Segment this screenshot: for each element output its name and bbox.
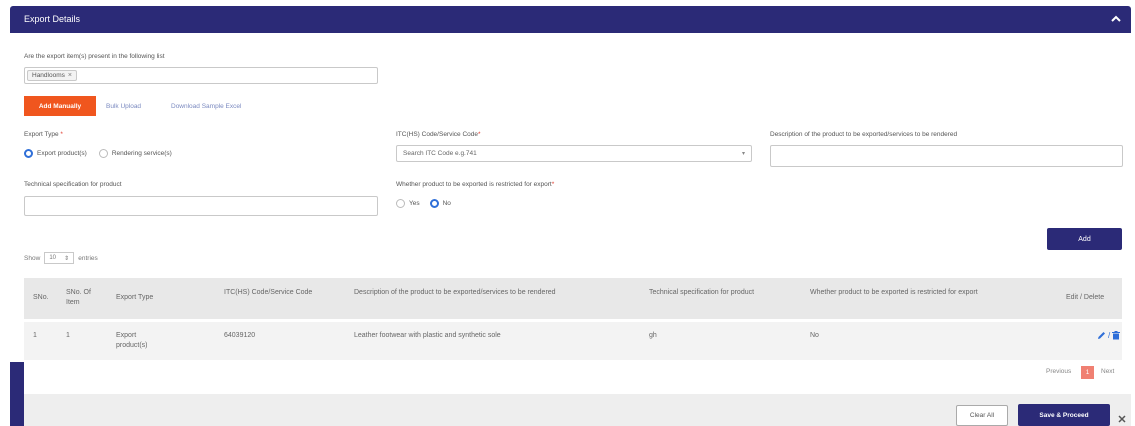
radio-restricted-no[interactable]	[429, 199, 439, 208]
add-button[interactable]: Add	[1047, 228, 1122, 250]
radio-restricted-yes-label: Yes	[409, 200, 420, 207]
entries-label: entries	[78, 254, 98, 262]
row-actions: /	[1097, 331, 1121, 340]
col-edit-delete: Edit / Delete	[1066, 294, 1105, 301]
entries-value: 10	[49, 255, 57, 261]
clear-all-button[interactable]: Clear All	[956, 405, 1008, 426]
col-tech-spec[interactable]: Technical specification for product	[649, 288, 779, 298]
itc-code-placeholder: Search ITC Code e.g.741	[403, 150, 477, 157]
chevron-down-icon: ▾	[741, 151, 745, 157]
export-items-question: Are the export item(s) present in the fo…	[24, 53, 165, 60]
download-sample-excel-link[interactable]: Download Sample Excel	[171, 103, 241, 110]
cell-description: Leather footwear with plastic and synthe…	[354, 332, 501, 339]
restricted-radio-group: Yes No	[396, 199, 451, 208]
close-icon[interactable]	[1116, 413, 1128, 425]
table-header: SNo. SNo. Of Item Export Type ITC(HS) Co…	[24, 278, 1122, 319]
col-sno-item[interactable]: SNo. Of Item	[66, 288, 106, 308]
delete-icon[interactable]	[1112, 331, 1121, 340]
separator: /	[1108, 331, 1111, 340]
cell-export-type: Export product(s)	[116, 332, 148, 349]
next-page-link[interactable]: Next	[1101, 368, 1114, 375]
description-label: Description of the product to be exporte…	[770, 131, 958, 138]
itc-code-label: ITC(HS) Code/Service Code*	[396, 131, 481, 138]
radio-restricted-no-label: No	[442, 200, 451, 207]
selected-tag-label: Handlooms	[32, 71, 65, 79]
previous-page-link[interactable]: Previous	[1046, 368, 1071, 375]
radio-export-products-label: Export product(s)	[37, 150, 87, 157]
cell-tech-spec: gh	[649, 332, 657, 339]
cell-sno: 1	[33, 332, 37, 339]
current-page[interactable]: 1	[1081, 366, 1094, 379]
panel-title: Export Details	[24, 14, 81, 24]
restricted-label: Whether product to be exported is restri…	[396, 181, 555, 188]
edit-icon[interactable]	[1097, 331, 1106, 340]
cell-sno-item: 1	[66, 332, 70, 339]
show-entries: Show 10 ⇕ entries	[24, 252, 98, 264]
col-description[interactable]: Description of the product to be exporte…	[354, 288, 614, 298]
col-restricted[interactable]: Whether product to be exported is restri…	[810, 288, 1040, 298]
export-items-multiselect[interactable]: Handlooms ×	[24, 67, 378, 84]
tech-spec-input[interactable]	[24, 196, 378, 216]
radio-restricted-yes[interactable]	[396, 199, 405, 208]
save-proceed-button[interactable]: Save & Proceed	[1018, 404, 1110, 426]
radio-export-products[interactable]	[24, 149, 33, 158]
itc-code-select[interactable]: Search ITC Code e.g.741 ▾	[396, 145, 752, 162]
bulk-upload-tab[interactable]: Bulk Upload	[106, 103, 141, 110]
table-row: 1 1 Export product(s) 64039120 Leather f…	[24, 322, 1122, 360]
cell-itc-code: 64039120	[224, 332, 256, 339]
sort-icon: ⇕	[64, 255, 70, 262]
cell-restricted: No	[810, 332, 819, 339]
description-input[interactable]	[770, 145, 1123, 167]
feedback-side-tab[interactable]	[10, 362, 24, 426]
show-label: Show	[24, 254, 41, 262]
entries-select[interactable]: 10 ⇕	[44, 252, 75, 264]
export-details-header[interactable]: Export Details	[10, 6, 1131, 33]
export-type-label: Export Type *	[24, 131, 63, 138]
col-sno[interactable]: SNo.	[33, 293, 49, 303]
col-export-type[interactable]: Export Type	[116, 293, 153, 303]
col-itc-code[interactable]: ITC(HS) Code/Service Code	[224, 288, 324, 298]
export-type-radio-group: Export product(s) Rendering service(s)	[24, 149, 172, 158]
add-manually-tab[interactable]: Add Manually	[24, 96, 96, 116]
selected-tag: Handlooms ×	[27, 70, 77, 81]
chevron-up-icon[interactable]	[1111, 14, 1121, 24]
radio-rendering-services-label: Rendering service(s)	[111, 150, 172, 157]
radio-rendering-services[interactable]	[98, 149, 108, 158]
tech-spec-label: Technical specification for product	[24, 181, 122, 188]
remove-tag-icon[interactable]: ×	[68, 71, 72, 81]
